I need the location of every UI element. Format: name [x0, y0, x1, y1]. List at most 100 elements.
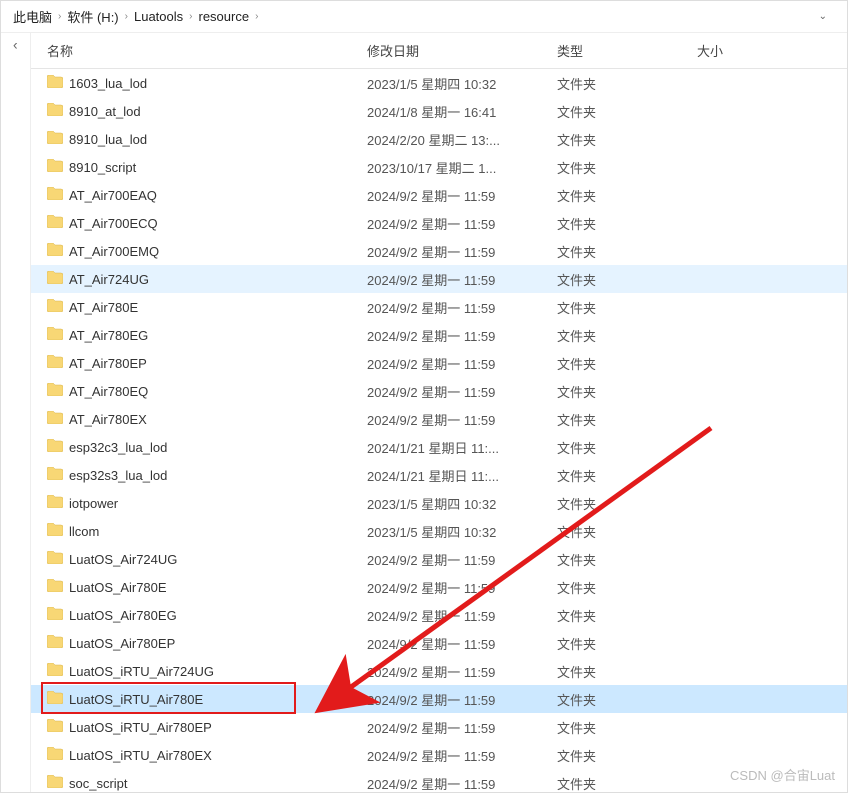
cell-type: 文件夹	[557, 214, 697, 233]
breadcrumb-dropdown[interactable]: ⌄	[811, 7, 835, 26]
table-row[interactable]: 8910_script2023/10/17 星期二 1...文件夹	[31, 153, 847, 181]
table-row[interactable]: esp32c3_lua_lod2024/1/21 星期日 11:...文件夹	[31, 433, 847, 461]
cell-name: LuatOS_iRTU_Air780EX	[47, 747, 367, 763]
folder-icon	[47, 663, 63, 679]
folder-icon	[47, 327, 63, 343]
column-name-label: 名称	[47, 41, 73, 60]
chevron-right-icon: ›	[189, 11, 192, 22]
table-row[interactable]: LuatOS_iRTU_Air780E2024/9/2 星期一 11:59文件夹	[31, 685, 847, 713]
cell-name: iotpower	[47, 495, 367, 511]
cell-date: 2024/9/2 星期一 11:59	[367, 774, 557, 793]
cell-name: AT_Air780EG	[47, 327, 367, 343]
cell-type: 文件夹	[557, 102, 697, 121]
cell-type: 文件夹	[557, 606, 697, 625]
breadcrumb-item[interactable]: 软件 (H:)	[67, 7, 118, 26]
cell-name: soc_script	[47, 775, 367, 791]
table-row[interactable]: LuatOS_Air780EP2024/9/2 星期一 11:59文件夹	[31, 629, 847, 657]
table-row[interactable]: LuatOS_Air780E2024/9/2 星期一 11:59文件夹	[31, 573, 847, 601]
column-size[interactable]: 大小	[697, 41, 847, 60]
file-name: LuatOS_Air724UG	[69, 552, 177, 567]
table-row[interactable]: AT_Air780EX2024/9/2 星期一 11:59文件夹	[31, 405, 847, 433]
table-row[interactable]: LuatOS_iRTU_Air724UG2024/9/2 星期一 11:59文件…	[31, 657, 847, 685]
cell-date: 2024/9/2 星期一 11:59	[367, 354, 557, 373]
file-name: AT_Air724UG	[69, 272, 149, 287]
file-name: soc_script	[69, 776, 128, 791]
breadcrumb-item[interactable]: 此电脑	[13, 7, 52, 26]
cell-type: 文件夹	[557, 74, 697, 93]
file-name: LuatOS_iRTU_Air724UG	[69, 664, 214, 679]
breadcrumb: 此电脑›软件 (H:)›Luatools›resource›⌄	[1, 1, 847, 33]
cell-date: 2024/9/2 星期一 11:59	[367, 186, 557, 205]
folder-icon	[47, 579, 63, 595]
file-name: LuatOS_Air780EP	[69, 636, 175, 651]
table-row[interactable]: AT_Air700EMQ2024/9/2 星期一 11:59文件夹	[31, 237, 847, 265]
table-row[interactable]: LuatOS_iRTU_Air780EP2024/9/2 星期一 11:59文件…	[31, 713, 847, 741]
table-row[interactable]: AT_Air700ECQ2024/9/2 星期一 11:59文件夹	[31, 209, 847, 237]
table-row[interactable]: AT_Air780EP 2024/9/2 星期一 11:59文件夹	[31, 349, 847, 377]
column-date-label: 修改日期	[367, 41, 419, 60]
cell-date: 2024/9/2 星期一 11:59	[367, 746, 557, 765]
table-row[interactable]: AT_Air780EQ2024/9/2 星期一 11:59文件夹	[31, 377, 847, 405]
cell-type: 文件夹	[557, 550, 697, 569]
file-name: AT_Air780EP	[69, 356, 147, 371]
cell-date: 2023/10/17 星期二 1...	[367, 158, 557, 177]
content-area: › 名称 修改日期 类型 大小 1603_lua_lod2023/1/5 星期四…	[1, 33, 847, 792]
cell-type: 文件夹	[557, 634, 697, 653]
breadcrumb-item[interactable]: Luatools	[134, 9, 183, 24]
file-name: esp32c3_lua_lod	[69, 440, 167, 455]
cell-date: 2024/9/2 星期一 11:59	[367, 410, 557, 429]
cell-name: AT_Air780E	[47, 299, 367, 315]
breadcrumb-item[interactable]: resource	[198, 9, 249, 24]
cell-type: 文件夹	[557, 578, 697, 597]
cell-date: 2024/2/20 星期二 13:...	[367, 130, 557, 149]
table-row[interactable]: LuatOS_iRTU_Air780EX2024/9/2 星期一 11:59文件…	[31, 741, 847, 769]
table-row[interactable]: AT_Air780E2024/9/2 星期一 11:59文件夹	[31, 293, 847, 321]
cell-type: 文件夹	[557, 354, 697, 373]
folder-icon	[47, 635, 63, 651]
cell-date: 2023/1/5 星期四 10:32	[367, 494, 557, 513]
table-row[interactable]: iotpower2023/1/5 星期四 10:32文件夹	[31, 489, 847, 517]
cell-date: 2024/9/2 星期一 11:59	[367, 690, 557, 709]
table-row[interactable]: soc_script2024/9/2 星期一 11:59文件夹	[31, 769, 847, 792]
cell-date: 2023/1/5 星期四 10:32	[367, 74, 557, 93]
file-name: 8910_at_lod	[69, 104, 141, 119]
table-row[interactable]: LuatOS_Air780EG2024/9/2 星期一 11:59文件夹	[31, 601, 847, 629]
cell-date: 2024/9/2 星期一 11:59	[367, 578, 557, 597]
column-type[interactable]: 类型	[557, 41, 697, 60]
folder-icon	[47, 299, 63, 315]
table-row[interactable]: esp32s3_lua_lod2024/1/21 星期日 11:...文件夹	[31, 461, 847, 489]
folder-icon	[47, 215, 63, 231]
table-row[interactable]: 8910_at_lod2024/1/8 星期一 16:41文件夹	[31, 97, 847, 125]
table-row[interactable]: llcom2023/1/5 星期四 10:32文件夹	[31, 517, 847, 545]
column-headers: 名称 修改日期 类型 大小	[31, 33, 847, 69]
table-row[interactable]: LuatOS_Air724UG2024/9/2 星期一 11:59文件夹	[31, 545, 847, 573]
cell-name: 1603_lua_lod	[47, 75, 367, 91]
file-name: LuatOS_iRTU_Air780E	[69, 692, 203, 707]
table-row[interactable]: 8910_lua_lod2024/2/20 星期二 13:...文件夹	[31, 125, 847, 153]
folder-icon	[47, 411, 63, 427]
table-row[interactable]: 1603_lua_lod2023/1/5 星期四 10:32文件夹	[31, 69, 847, 97]
column-date[interactable]: 修改日期	[367, 41, 557, 60]
cell-date: 2024/1/21 星期日 11:...	[367, 466, 557, 485]
folder-icon	[47, 719, 63, 735]
table-row[interactable]: AT_Air780EG2024/9/2 星期一 11:59文件夹	[31, 321, 847, 349]
cell-type: 文件夹	[557, 130, 697, 149]
table-row[interactable]: AT_Air724UG2024/9/2 星期一 11:59文件夹	[31, 265, 847, 293]
cell-name: LuatOS_iRTU_Air780EP	[47, 719, 367, 735]
cell-date: 2023/1/5 星期四 10:32	[367, 522, 557, 541]
chevron-right-icon: ›	[58, 11, 61, 22]
cell-type: 文件夹	[557, 270, 697, 289]
chevron-right-icon[interactable]: ›	[13, 39, 18, 55]
file-name: llcom	[69, 524, 99, 539]
cell-name: LuatOS_Air780E	[47, 579, 367, 595]
cell-type: 文件夹	[557, 718, 697, 737]
cell-date: 2024/9/2 星期一 11:59	[367, 382, 557, 401]
folder-icon	[47, 103, 63, 119]
folder-icon	[47, 75, 63, 91]
folder-icon	[47, 691, 63, 707]
cell-type: 文件夹	[557, 298, 697, 317]
cell-name: AT_Air780EX	[47, 411, 367, 427]
table-row[interactable]: AT_Air700EAQ2024/9/2 星期一 11:59文件夹	[31, 181, 847, 209]
cell-date: 2024/9/2 星期一 11:59	[367, 662, 557, 681]
column-name[interactable]: 名称	[47, 41, 367, 60]
